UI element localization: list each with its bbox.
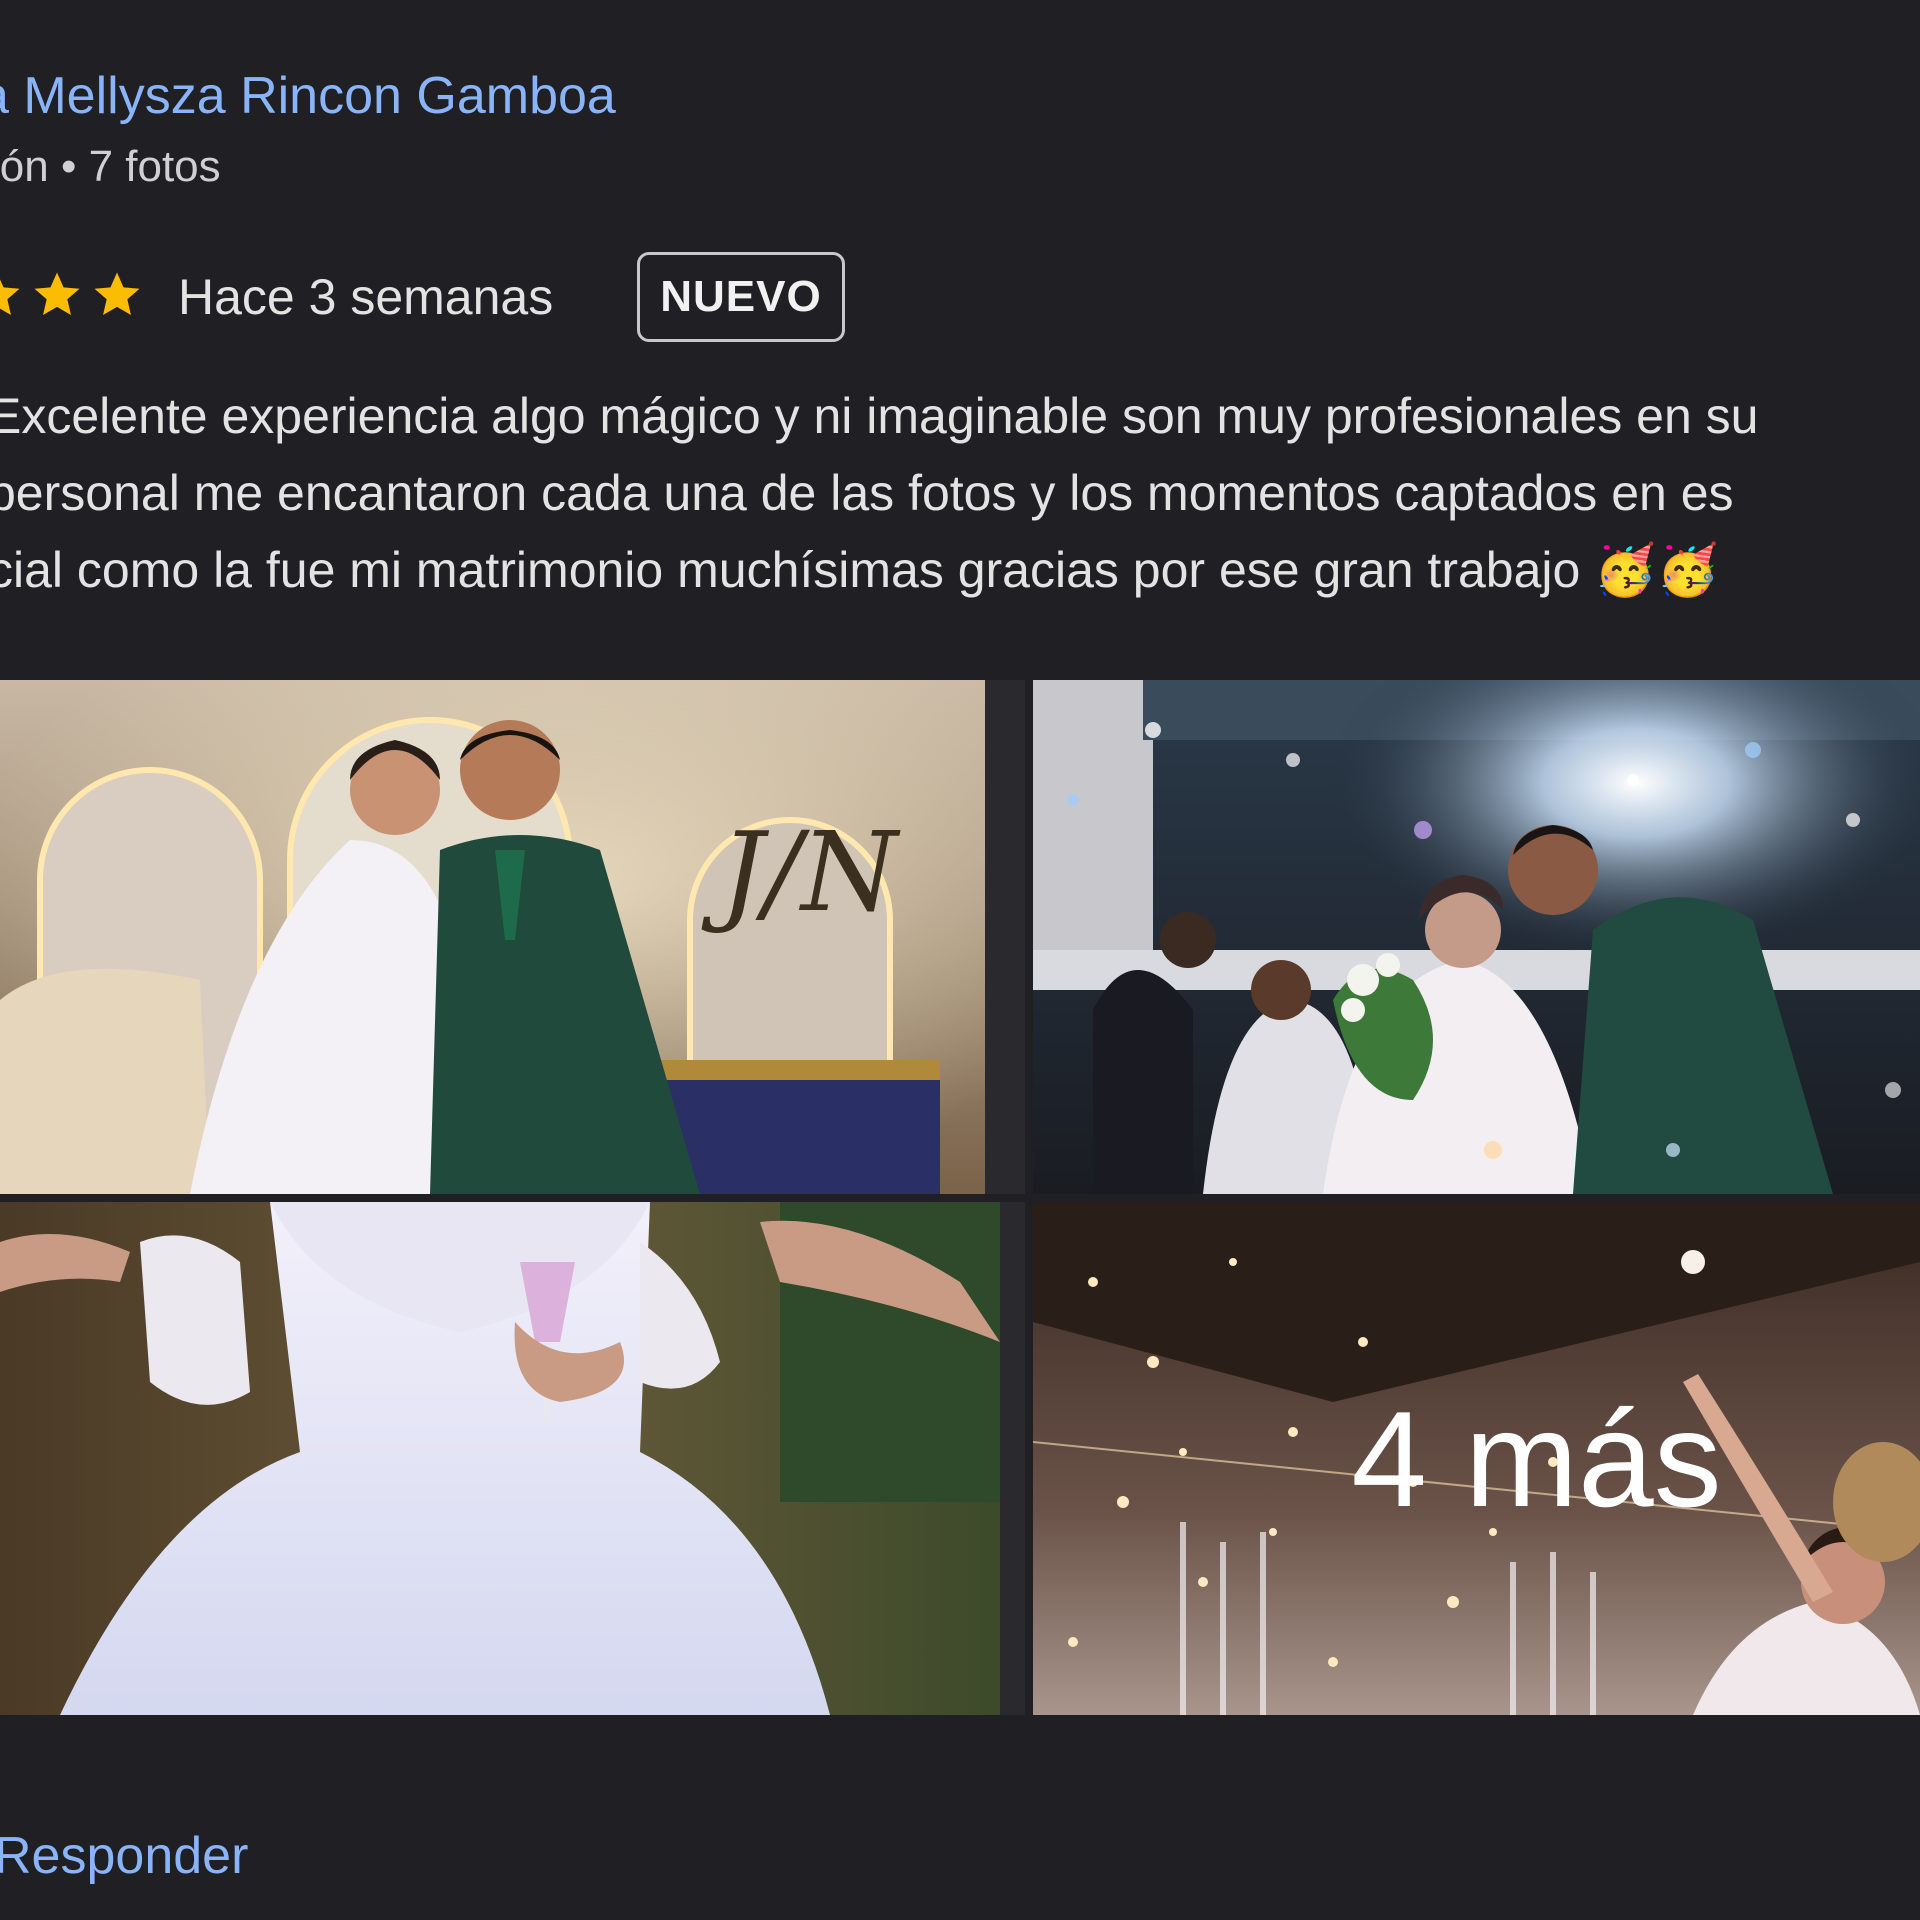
star-icon (0, 279, 20, 316)
wedding-kiss-photo (1033, 680, 1920, 1194)
review-text-line: Excelente experiencia algo mágico y ni i… (0, 388, 1759, 444)
star-rating (0, 268, 144, 328)
reviewer-meta: ión • 7 fotos (0, 142, 221, 191)
star-icon (94, 272, 140, 316)
review-photo-1[interactable]: J/N (0, 680, 1025, 1194)
review-time: Hace 3 semanas (178, 269, 554, 325)
reviewer-name[interactable]: a Mellysza Rincon Gamboa (0, 66, 616, 126)
wedding-dress-toast-photo (0, 1202, 1025, 1715)
review-text: Excelente experiencia algo mágico y ni i… (0, 378, 1920, 609)
review-text-line: cial como la fue mi matrimonio muchísima… (0, 542, 1719, 598)
review-text-line: personal me encantaron cada una de las f… (0, 465, 1734, 521)
reply-button[interactable]: Responder (0, 1826, 248, 1886)
wedding-couple-photo: J/N (0, 680, 1025, 1194)
more-photos-label[interactable]: 4 más (1033, 1202, 1920, 1715)
star-icon (34, 272, 80, 316)
new-badge: NUEVO (637, 252, 845, 342)
review-photo-3[interactable] (0, 1202, 1025, 1715)
svg-text:J/N: J/N (701, 808, 901, 936)
review-photo-2[interactable] (1033, 680, 1920, 1194)
review-photo-4[interactable]: 4 más (1033, 1202, 1920, 1715)
